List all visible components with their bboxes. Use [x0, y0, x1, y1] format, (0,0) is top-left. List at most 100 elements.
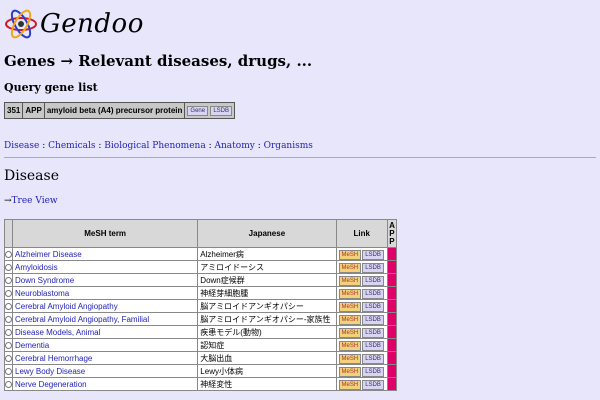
mesh-link-button[interactable]: MeSH	[338, 327, 362, 338]
japanese-term: Down症候群	[197, 273, 337, 287]
lsdb-link-button[interactable]: LSDB	[362, 366, 384, 377]
japanese-term: 脳アミロイドアンギオパシー	[197, 299, 337, 313]
mesh-term-cell: Alzheimer Disease	[11, 247, 199, 261]
table-row: Amyloidosis アミロイドーシス MeSH LSDB	[4, 260, 398, 274]
lsdb-link-button[interactable]: LSDB	[362, 379, 384, 390]
nav-separator: :	[208, 141, 212, 151]
japanese-term: Lewy小体病	[197, 364, 337, 378]
mesh-term-link[interactable]: Cerebral Amyloid Angiopathy, Familial	[15, 315, 149, 324]
app-indicator	[386, 377, 398, 391]
gene-link-button[interactable]: Gene	[187, 106, 209, 116]
lsdb-link-button[interactable]: LSDB	[362, 288, 384, 299]
row-checkbox[interactable]	[5, 263, 12, 271]
lsdb-link-button[interactable]: LSDB	[362, 353, 384, 364]
lsdb-link-button[interactable]: LSDB	[210, 106, 233, 116]
app-header: APP	[386, 219, 398, 248]
link-cell: MeSH LSDB	[335, 325, 388, 339]
mesh-term-link[interactable]: Dementia	[15, 341, 49, 350]
app-indicator	[386, 247, 398, 261]
row-checkbox[interactable]	[5, 341, 12, 349]
checkbox-header	[4, 219, 13, 248]
query-gene-list-label: Query gene list	[4, 81, 98, 94]
row-checkbox-cell	[4, 260, 13, 274]
row-checkbox[interactable]	[5, 380, 12, 388]
gene-name: amyloid beta (A4) precursor protein	[43, 102, 186, 119]
mesh-term-link[interactable]: Cerebral Hemorrhage	[15, 354, 92, 363]
lsdb-link-button[interactable]: LSDB	[362, 249, 384, 260]
mesh-term-link[interactable]: Nerve Degeneration	[15, 380, 87, 389]
mesh-link-button[interactable]: MeSH	[338, 379, 362, 390]
lsdb-link-button[interactable]: LSDB	[362, 340, 384, 351]
link-cell: MeSH LSDB	[335, 286, 388, 300]
table-row: Alzheimer Disease Alzheimer病 MeSH LSDB	[4, 247, 398, 261]
mesh-term-cell: Neuroblastoma	[11, 286, 199, 300]
gene-symbol: APP	[22, 102, 45, 119]
mesh-term-cell: Cerebral Amyloid Angiopathy	[11, 299, 199, 313]
row-checkbox-cell	[4, 325, 13, 339]
link-cell: MeSH LSDB	[335, 377, 388, 391]
lsdb-link-button[interactable]: LSDB	[362, 275, 384, 286]
nav-organisms[interactable]: Organisms	[264, 141, 313, 151]
table-row: Neuroblastoma 神経芽細胞腫 MeSH LSDB	[4, 286, 398, 300]
tree-view-link[interactable]: Tree View	[12, 196, 58, 206]
mesh-term-link[interactable]: Cerebral Amyloid Angiopathy	[15, 302, 118, 311]
table-row: Cerebral Amyloid Angiopathy 脳アミロイドアンギオパシー…	[4, 299, 398, 313]
japanese-term: Alzheimer病	[197, 247, 337, 261]
row-checkbox[interactable]	[5, 289, 12, 297]
mesh-link-button[interactable]: MeSH	[338, 340, 362, 351]
mesh-link-button[interactable]: MeSH	[338, 288, 362, 299]
app-indicator	[386, 351, 398, 365]
mesh-link-button[interactable]: MeSH	[338, 301, 362, 312]
query-gene-table: 351 APP amyloid beta (A4) precursor prot…	[3, 102, 236, 119]
app-header-text: APP	[389, 220, 395, 246]
table-row: Disease Models, Animal 疾患モデル(動物) MeSH LSDB	[4, 325, 398, 339]
japanese-term: 神経変性	[197, 377, 337, 391]
mesh-term-link[interactable]: Neuroblastoma	[15, 289, 69, 298]
mesh-term-link[interactable]: Down Syndrome	[15, 276, 74, 285]
mesh-link-button[interactable]: MeSH	[338, 314, 362, 325]
mesh-term-cell: Down Syndrome	[11, 273, 199, 287]
lsdb-link-button[interactable]: LSDB	[362, 262, 384, 273]
nav-anatomy[interactable]: Anatomy	[215, 141, 255, 151]
app-indicator	[386, 325, 398, 339]
row-checkbox-cell	[4, 364, 13, 378]
mesh-link-button[interactable]: MeSH	[338, 249, 362, 260]
link-cell: MeSH LSDB	[335, 260, 388, 274]
row-checkbox[interactable]	[5, 367, 12, 375]
mesh-term-link[interactable]: Alzheimer Disease	[15, 250, 82, 259]
disease-table: MeSH term Japanese Link APP Alzheimer Di…	[4, 219, 398, 391]
lsdb-link-button[interactable]: LSDB	[362, 301, 384, 312]
link-cell: MeSH LSDB	[335, 247, 388, 261]
mesh-term-link[interactable]: Lewy Body Disease	[15, 367, 85, 376]
gendoo-logo[interactable]: Gendoo	[4, 6, 144, 42]
mesh-link-button[interactable]: MeSH	[338, 262, 362, 273]
mesh-link-button[interactable]: MeSH	[338, 366, 362, 377]
lsdb-link-button[interactable]: LSDB	[362, 314, 384, 325]
atom-logo-icon	[5, 9, 37, 39]
app-indicator	[386, 338, 398, 352]
japanese-term: 脳アミロイドアンギオパシー-家族性	[197, 312, 337, 326]
row-checkbox[interactable]	[5, 315, 12, 323]
mesh-link-button[interactable]: MeSH	[338, 353, 362, 364]
lsdb-link-button[interactable]: LSDB	[362, 327, 384, 338]
row-checkbox-cell	[4, 247, 13, 261]
divider	[4, 157, 596, 158]
mesh-term-cell: Lewy Body Disease	[11, 364, 199, 378]
japanese-term: 認知症	[197, 338, 337, 352]
row-checkbox[interactable]	[5, 354, 12, 362]
mesh-term-link[interactable]: Amyloidosis	[15, 263, 58, 272]
row-checkbox[interactable]	[5, 276, 12, 284]
japanese-term: 大脳出血	[197, 351, 337, 365]
nav-biological-phenomena[interactable]: Biological Phenomena	[104, 141, 205, 151]
row-checkbox-cell	[4, 273, 13, 287]
table-row: Down Syndrome Down症候群 MeSH LSDB	[4, 273, 398, 287]
row-checkbox[interactable]	[5, 302, 12, 310]
nav-disease[interactable]: Disease	[4, 141, 39, 151]
row-checkbox-cell	[4, 286, 13, 300]
mesh-link-button[interactable]: MeSH	[338, 275, 362, 286]
mesh-term-link[interactable]: Disease Models, Animal	[15, 328, 100, 337]
row-checkbox[interactable]	[5, 328, 12, 336]
nav-chemicals[interactable]: Chemicals	[48, 141, 95, 151]
row-checkbox[interactable]	[5, 250, 12, 258]
row-checkbox-cell	[4, 377, 13, 391]
